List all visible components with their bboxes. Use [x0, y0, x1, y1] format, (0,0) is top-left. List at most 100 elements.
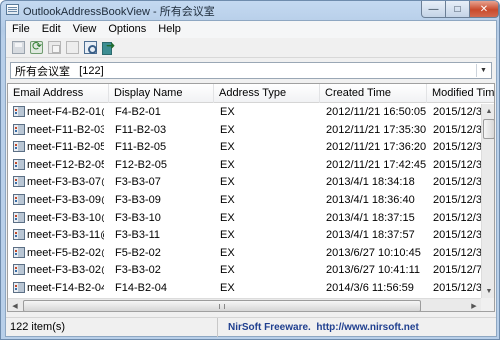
scroll-up-icon[interactable]: ▲	[482, 104, 494, 118]
menu-bar: File Edit View Options Help	[6, 21, 496, 38]
contact-card-icon	[13, 123, 25, 135]
contact-card-icon	[13, 193, 25, 205]
cell-email-text: meet-F3-B3-09@...	[27, 193, 104, 206]
cell-address-type: EX	[214, 245, 318, 263]
cell-address-type: EX	[214, 192, 318, 210]
list-rows: meet-F4-B2-01@... F4-B2-01 EX 2012/11/21 16…	[8, 104, 494, 311]
open-icon[interactable]	[66, 41, 79, 54]
cell-email: meet-F14-B2-04...	[8, 280, 104, 298]
contact-card-icon	[13, 229, 25, 241]
table-row[interactable]: meet-F3-B3-09@... F3-B3-09 EX 2013/4/1 18:3…	[8, 192, 494, 210]
column-display-name[interactable]: Display Name	[109, 84, 214, 103]
cell-created-time-text: 2012/11/21 16:50:05	[326, 106, 426, 118]
cell-display-name-text: F12-B2-05	[115, 158, 167, 171]
cell-email: meet-F5-B2-02@...	[8, 245, 104, 263]
cell-address-type-text: EX	[220, 246, 235, 259]
column-email-address[interactable]: Email Address	[8, 84, 109, 103]
cell-display-name-text: F3-B3-10	[115, 211, 161, 224]
scroll-left-icon[interactable]: ◀	[8, 299, 22, 311]
scrollbar-corner	[481, 298, 494, 311]
contact-card-icon	[13, 176, 25, 188]
cell-created-time-text: 2012/11/21 17:36:20	[326, 141, 426, 154]
scroll-grip-icon	[219, 304, 225, 309]
contact-card-icon	[13, 264, 25, 276]
copy-icon[interactable]	[48, 41, 61, 54]
cell-created-time: 2012/11/21 16:50:05	[320, 104, 426, 122]
cell-address-type-text: EX	[220, 176, 235, 189]
client-area: File Edit View Options Help 所有会议室 [122] …	[5, 20, 497, 337]
table-row[interactable]: meet-F11-B2-05... F11-B2-05 EX 2012/11/21 1…	[8, 139, 494, 157]
table-row[interactable]: meet-F14-B2-04... F14-B2-04 EX 2014/3/6 11:…	[8, 280, 494, 298]
cell-email: meet-F3-B3-09@...	[8, 192, 104, 210]
scroll-right-icon[interactable]: ▶	[467, 299, 481, 311]
window-title: OutlookAddressBookView - 所有会议室	[23, 6, 215, 18]
maximize-button[interactable]: □	[446, 1, 470, 18]
cell-email-text: meet-F4-B2-01@...	[27, 106, 104, 118]
address-book-name: 所有会议室	[15, 65, 70, 78]
cell-email-text: meet-F11-B2-05...	[27, 141, 104, 154]
cell-display-name-text: F14-B2-04	[115, 281, 167, 294]
minimize-button[interactable]: —	[421, 1, 446, 18]
table-row[interactable]: meet-F12-B2-05... F12-B2-05 EX 2012/11/21 1…	[8, 157, 494, 175]
cell-email: meet-F11-B2-05...	[8, 139, 104, 157]
title-bar[interactable]: OutlookAddressBookView - 所有会议室 — □ ✕	[1, 1, 499, 19]
menu-help[interactable]: Help	[152, 21, 187, 38]
cell-email-text: meet-F12-B2-05...	[27, 158, 104, 171]
column-address-type[interactable]: Address Type	[214, 84, 320, 103]
menu-options[interactable]: Options	[102, 21, 152, 38]
save-icon[interactable]	[12, 41, 25, 54]
table-row[interactable]: meet-F3-B3-10@... F3-B3-10 EX 2013/4/1 18:3…	[8, 210, 494, 228]
cell-display-name-text: F11-B2-05	[115, 141, 167, 154]
app-icon	[6, 4, 19, 15]
cell-display-name-text: F3-B3-02	[115, 264, 161, 277]
contacts-list[interactable]: Email Address Display Name Address Type …	[7, 83, 495, 312]
exit-icon[interactable]	[102, 39, 115, 55]
table-row[interactable]: meet-F11-B2-03... F11-B2-03 EX 2012/11/21 1…	[8, 122, 494, 140]
chevron-down-icon[interactable]: ▼	[476, 64, 490, 77]
cell-created-time: 2012/11/21 17:42:45	[320, 157, 426, 175]
contact-card-icon	[13, 281, 25, 293]
cell-email-text: meet-F14-B2-04...	[27, 281, 104, 294]
menu-file[interactable]: File	[6, 21, 36, 38]
column-label: Created Time	[325, 87, 392, 99]
horizontal-scrollbar[interactable]: ◀ ▶	[8, 298, 481, 311]
table-row[interactable]: meet-F3-B3-02@... F3-B3-02 EX 2013/6/27 10:…	[8, 262, 494, 280]
cell-address-type: EX	[214, 157, 318, 175]
cell-created-time: 2014/3/6 11:56:59	[320, 280, 426, 298]
cell-address-type: EX	[214, 280, 318, 298]
cell-address-type-text: EX	[220, 211, 235, 224]
vertical-scroll-thumb[interactable]	[483, 119, 494, 139]
column-created-time[interactable]: Created Time/	[320, 84, 427, 103]
horizontal-scroll-thumb[interactable]	[23, 300, 421, 311]
contact-card-icon	[13, 246, 25, 258]
cell-created-time: 2013/4/1 18:36:40	[320, 192, 426, 210]
cell-email-text: meet-F3-B3-10@...	[27, 211, 104, 224]
cell-address-type: EX	[214, 262, 318, 280]
address-book-select[interactable]: 所有会议室 [122] ▼	[10, 62, 492, 79]
cell-address-type: EX	[214, 139, 318, 157]
menu-edit[interactable]: Edit	[36, 21, 67, 38]
table-row[interactable]: meet-F3-B3-11@... F3-B3-11 EX 2013/4/1 18:3…	[8, 227, 494, 245]
vertical-scrollbar[interactable]: ▲ ▼	[481, 104, 494, 298]
column-label: Modified Tim	[432, 87, 495, 99]
item-count: 122 item(s)	[6, 318, 218, 337]
table-row[interactable]: meet-F5-B2-02@... F5-B2-02 EX 2013/6/27 10:…	[8, 245, 494, 263]
cell-created-time-text: 2013/4/1 18:34:18	[326, 176, 415, 189]
cell-created-time: 2013/6/27 10:41:11	[320, 262, 426, 280]
cell-display-name-text: F11-B2-03	[115, 123, 167, 136]
scroll-down-icon[interactable]: ▼	[482, 284, 494, 298]
column-modified-time[interactable]: Modified Tim	[427, 84, 495, 103]
status-bar: 122 item(s) NirSoft Freeware. http://www…	[6, 317, 496, 337]
menu-view[interactable]: View	[67, 21, 103, 38]
close-button[interactable]: ✕	[470, 1, 499, 18]
properties-icon[interactable]	[84, 41, 97, 54]
table-row[interactable]: meet-F4-B2-01@... F4-B2-01 EX 2012/11/21 16…	[8, 104, 494, 122]
refresh-icon[interactable]	[30, 39, 43, 54]
nirsoft-link[interactable]: NirSoft Freeware. http://www.nirsoft.net	[228, 318, 419, 337]
table-row[interactable]: meet-F3-B3-07@... F3-B3-07 EX 2013/4/1 18:3…	[8, 174, 494, 192]
cell-display-name-text: F3-B3-09	[115, 193, 161, 206]
website-url[interactable]: http://www.nirsoft.net	[316, 322, 418, 333]
column-label: Display Name	[114, 87, 183, 99]
column-label: Address Type	[219, 87, 287, 99]
cell-address-type-text: EX	[220, 264, 235, 277]
